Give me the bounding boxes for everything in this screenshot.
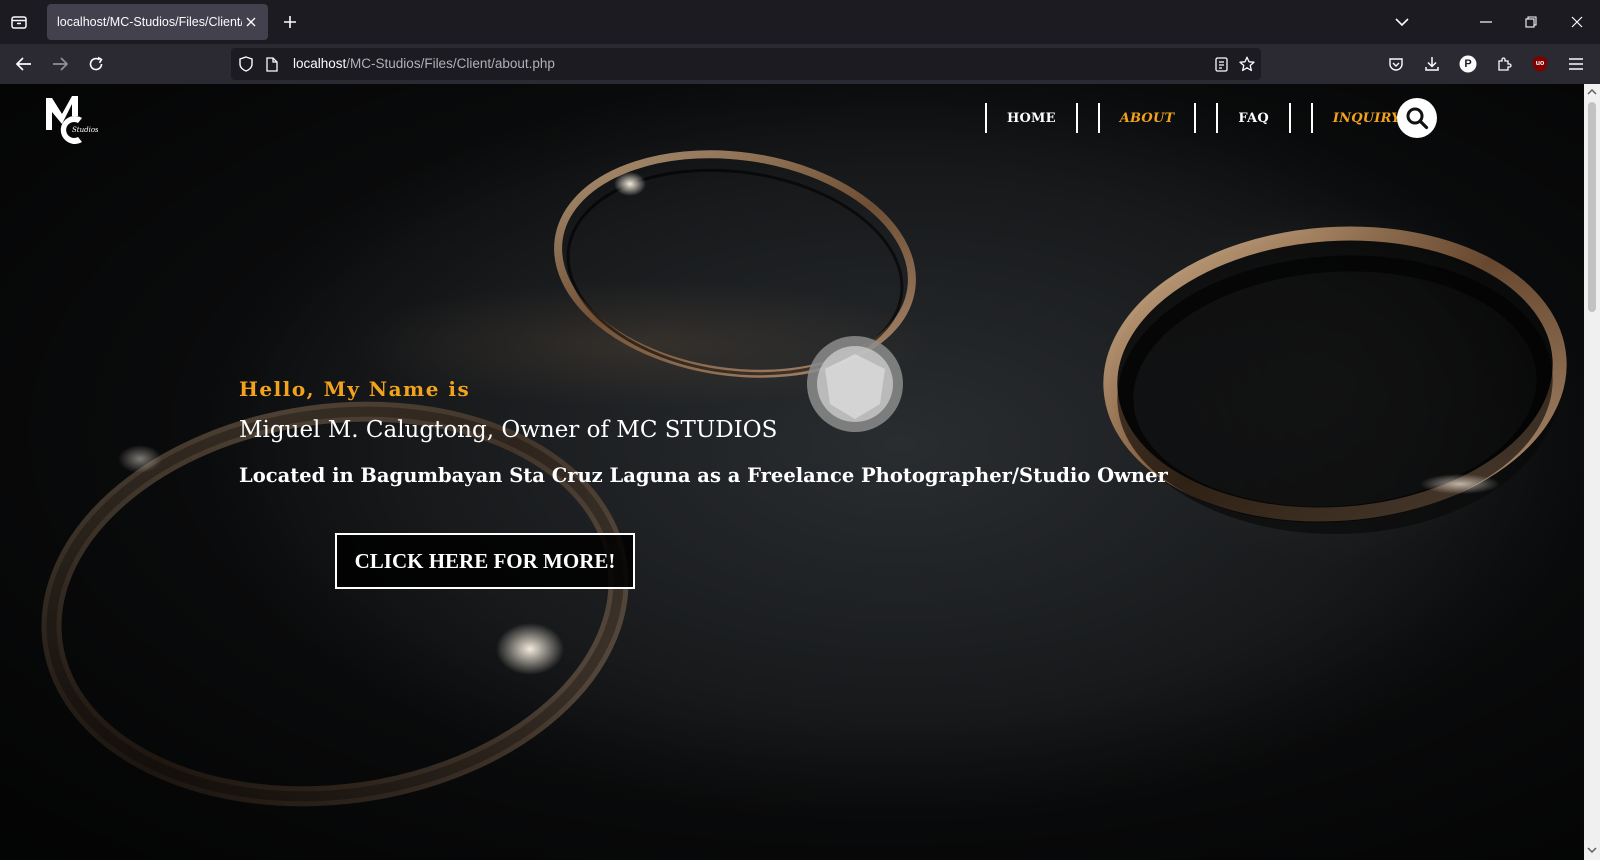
site-navigation: HOME ABOUT FAQ INQUIRY xyxy=(985,102,1423,134)
address-bar[interactable]: localhost/MC-Studios/Files/Client/about.… xyxy=(231,48,1261,80)
url-host: localhost xyxy=(293,56,347,71)
hero-location: Located in Bagumbayan Sta Cruz Laguna as… xyxy=(239,464,1168,487)
logo-studios-text: Studios xyxy=(72,126,98,134)
mc-studios-logo[interactable]: Studios xyxy=(42,92,98,144)
nav-home[interactable]: HOME xyxy=(987,111,1076,126)
url-path: /MC-Studios/Files/Client/about.php xyxy=(346,56,555,71)
window-close-icon[interactable] xyxy=(1565,10,1589,34)
new-tab-icon[interactable] xyxy=(279,11,301,33)
minimize-icon[interactable] xyxy=(1474,10,1498,34)
scroll-down-arrow-icon[interactable] xyxy=(1587,846,1597,854)
shield-icon[interactable] xyxy=(238,56,254,72)
close-tab-icon[interactable] xyxy=(242,13,260,31)
scroll-up-arrow-icon[interactable] xyxy=(1587,88,1597,96)
page-icon[interactable] xyxy=(264,56,280,72)
reader-view-icon[interactable] xyxy=(1213,56,1229,72)
browser-toolbar: localhost/MC-Studios/Files/Client/about.… xyxy=(0,44,1600,84)
extensions-puzzle-icon[interactable] xyxy=(1492,52,1516,76)
browser-tab-bar: localhost/MC-Studios/Files/Client/about.… xyxy=(0,0,1600,44)
profile-initial: P xyxy=(1464,58,1472,70)
hero-name: Miguel M. Calugtong, Owner of MC STUDIOS xyxy=(239,417,778,443)
profile-avatar[interactable]: P xyxy=(1456,52,1480,76)
nav-divider xyxy=(1075,103,1078,133)
page-scrollbar[interactable] xyxy=(1584,84,1600,860)
chevron-down-icon[interactable] xyxy=(1392,12,1412,32)
restore-icon[interactable] xyxy=(1519,10,1543,34)
hero-greeting: Hello, My Name is xyxy=(239,377,471,401)
tab-list-icon[interactable] xyxy=(8,12,30,32)
nav-divider xyxy=(1194,103,1197,133)
site-search-button[interactable] xyxy=(1397,98,1437,138)
download-icon[interactable] xyxy=(1420,52,1444,76)
back-arrow-icon[interactable] xyxy=(12,52,36,76)
search-icon xyxy=(1406,107,1429,130)
pocket-icon[interactable] xyxy=(1384,52,1408,76)
page-viewport: Studios HOME ABOUT FAQ INQUIRY Hello, My… xyxy=(0,84,1584,860)
hamburger-menu-icon[interactable] xyxy=(1564,52,1588,76)
nav-about[interactable]: ABOUT xyxy=(1100,111,1195,126)
scrollbar-thumb[interactable] xyxy=(1588,102,1596,312)
nav-faq[interactable]: FAQ xyxy=(1218,111,1288,126)
click-here-for-more-button[interactable]: CLICK HERE FOR MORE! xyxy=(335,533,635,589)
nav-divider xyxy=(1288,103,1291,133)
reload-icon[interactable] xyxy=(84,52,108,76)
ublock-origin-icon[interactable]: uo xyxy=(1528,52,1552,76)
forward-arrow-icon[interactable] xyxy=(48,52,72,76)
tab-title: localhost/MC-Studios/Files/Client/about.… xyxy=(57,15,242,29)
browser-tab[interactable]: localhost/MC-Studios/Files/Client/about.… xyxy=(47,4,268,40)
url-text[interactable]: localhost/MC-Studios/Files/Client/about.… xyxy=(293,56,555,71)
bookmark-star-icon[interactable] xyxy=(1239,56,1255,72)
ublock-badge: uo xyxy=(1535,60,1545,67)
